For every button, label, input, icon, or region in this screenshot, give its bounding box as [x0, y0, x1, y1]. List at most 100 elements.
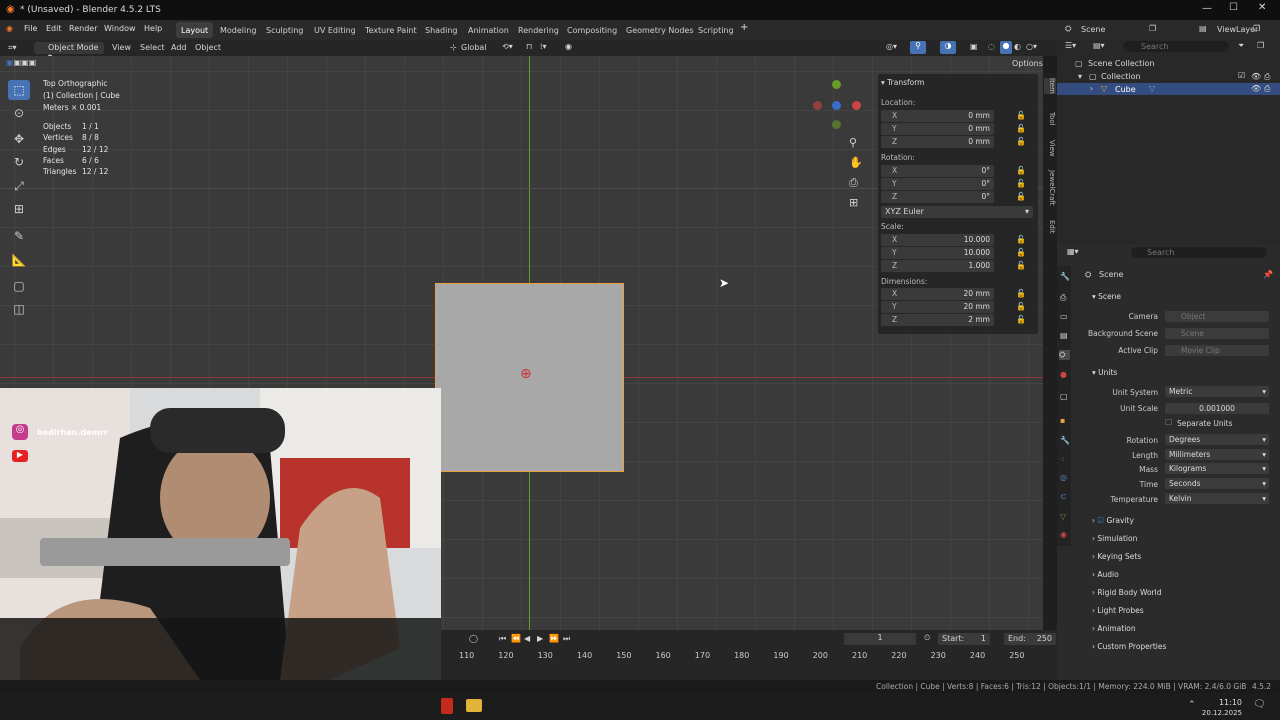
menu-select[interactable]: Select: [140, 43, 165, 52]
collection-expand-icon[interactable]: ▾: [1078, 72, 1082, 81]
gizmo-toggle-icon[interactable]: ⚲: [910, 41, 926, 54]
workspace-tab-animation[interactable]: Animation: [463, 22, 514, 38]
gravity-checkbox[interactable]: ☑: [1097, 516, 1106, 525]
select-extend-icon[interactable]: ▣: [14, 58, 22, 67]
jump-keyframe-back-icon[interactable]: ⏪: [511, 634, 521, 643]
select-subtract-icon[interactable]: ▣: [21, 58, 29, 67]
unit-system-dropdown[interactable]: Metric ▾: [1165, 386, 1269, 397]
minimize-icon[interactable]: —: [1202, 3, 1212, 14]
proportional-edit-icon[interactable]: ◉: [565, 42, 572, 51]
preview-range-icon[interactable]: ⏲: [924, 633, 930, 643]
rotation-lock-icon[interactable]: 🔓: [1016, 192, 1026, 201]
clock-time[interactable]: 11:10: [1212, 698, 1242, 707]
rotation-mode-dropdown[interactable]: XYZ Euler ▾: [881, 206, 1033, 218]
gizmo-z-axis[interactable]: [832, 101, 841, 110]
location-lock-icon[interactable]: 🔓: [1016, 111, 1026, 120]
material-shading-icon[interactable]: ◐: [1014, 42, 1021, 51]
panel-custom-properties[interactable]: › Custom Properties: [1092, 642, 1166, 651]
panel-audio[interactable]: › Audio: [1092, 570, 1119, 579]
menu-file[interactable]: File: [24, 24, 37, 33]
modifiers-tab-icon[interactable]: 🔧: [1060, 436, 1070, 445]
notifications-icon[interactable]: 🗨: [1253, 699, 1266, 710]
pan-hand-icon[interactable]: ✋: [849, 156, 863, 169]
rotation-y-field[interactable]: Y 0°: [881, 178, 994, 190]
gizmo-neg-x-axis[interactable]: [813, 101, 822, 110]
workspace-tab-texture-paint[interactable]: Texture Paint: [360, 22, 422, 38]
play-reverse-icon[interactable]: ◀: [524, 634, 530, 643]
separate-units-checkbox[interactable]: ☐: [1165, 418, 1172, 427]
workspace-tab-sculpting[interactable]: Sculpting: [261, 22, 308, 38]
tab-jewelcraft[interactable]: JewelCraft: [1044, 170, 1056, 206]
rotation-x-field[interactable]: X 0°: [881, 165, 994, 177]
camera-view-icon[interactable]: ⎙: [849, 176, 858, 190]
rotation-z-field[interactable]: Z 0°: [881, 191, 994, 203]
workspace-tab-modeling[interactable]: Modeling: [215, 22, 261, 38]
output-tab-icon[interactable]: ▭: [1060, 312, 1068, 321]
collection-label[interactable]: Collection: [1101, 72, 1141, 81]
menu-object[interactable]: Object: [195, 43, 221, 52]
location-lock-icon[interactable]: 🔓: [1016, 124, 1026, 133]
active-clip-field[interactable]: Movie Clip: [1165, 345, 1269, 356]
panel-simulation[interactable]: › Simulation: [1092, 534, 1137, 543]
scale-z-field[interactable]: Z 1.000: [881, 260, 994, 272]
rotate-tool-icon[interactable]: ↻: [8, 152, 30, 172]
tab-tool[interactable]: Tool: [1044, 112, 1056, 126]
start-frame-field[interactable]: Start: 1: [938, 633, 990, 645]
play-icon[interactable]: ▶: [537, 634, 543, 643]
display-mode-icon[interactable]: ▤▾: [1093, 41, 1105, 50]
constraints-tab-icon[interactable]: ⊂: [1060, 492, 1067, 501]
transform-header[interactable]: ▾ Transform: [881, 78, 924, 87]
menu-help[interactable]: Help: [144, 24, 162, 33]
dimensions-lock-icon[interactable]: 🔓: [1016, 302, 1026, 311]
maximize-icon[interactable]: ☐: [1229, 2, 1238, 13]
file-explorer-icon[interactable]: [466, 699, 482, 712]
location-z-field[interactable]: Z 0 mm: [881, 136, 994, 148]
new-scene-icon[interactable]: ❐: [1149, 24, 1156, 33]
length-units-dropdown[interactable]: Millimeters ▾: [1165, 449, 1269, 460]
workspace-tab-scripting[interactable]: Scripting: [693, 22, 739, 38]
scene-tab-icon[interactable]: ⛭: [1059, 350, 1070, 360]
material-tab-icon[interactable]: ◉: [1060, 530, 1067, 539]
dimensions-y-field[interactable]: Y 20 mm: [881, 301, 994, 313]
jump-start-icon[interactable]: ⏮: [499, 634, 506, 644]
view-layer-tab-icon[interactable]: ▤: [1060, 331, 1068, 340]
rotation-lock-icon[interactable]: 🔓: [1016, 166, 1026, 175]
visibility-icon[interactable]: ◎▾: [886, 42, 897, 51]
panel-light-probes[interactable]: › Light Probes: [1092, 606, 1144, 615]
options-dropdown[interactable]: Options: [1012, 59, 1043, 68]
scale-lock-icon[interactable]: 🔓: [1016, 248, 1026, 257]
solid-shading-icon[interactable]: ●: [1000, 41, 1012, 54]
outliner-editor-icon[interactable]: ☰▾: [1065, 41, 1076, 50]
tab-item[interactable]: Item: [1044, 78, 1056, 94]
add-workspace-icon[interactable]: +: [740, 22, 748, 33]
collection-exclude-checkbox[interactable]: ☑: [1238, 71, 1245, 80]
tool-tab-icon[interactable]: 🔧: [1060, 272, 1070, 281]
scale-x-field[interactable]: X 10.000: [881, 234, 994, 246]
end-frame-field[interactable]: End: 250: [1004, 633, 1056, 645]
new-viewlayer-icon[interactable]: ❐: [1253, 24, 1260, 33]
menu-render[interactable]: Render: [69, 24, 97, 33]
tab-view[interactable]: View: [1044, 140, 1056, 157]
rotation-units-dropdown[interactable]: Degrees ▾: [1165, 434, 1269, 445]
xray-icon[interactable]: ▣: [970, 42, 978, 51]
scene-selector[interactable]: Scene: [1081, 25, 1141, 36]
collection-render-icon[interactable]: ⎙: [1264, 72, 1270, 82]
menu-view[interactable]: View: [112, 43, 131, 52]
menu-edit[interactable]: Edit: [46, 24, 62, 33]
add-cube-tool-icon[interactable]: ▢: [8, 276, 30, 296]
workspace-tab-compositing[interactable]: Compositing: [562, 22, 622, 38]
jewelcraft-tool-icon[interactable]: ◫: [8, 299, 30, 319]
select-mode-buttons[interactable]: ▣▣▣▣: [6, 58, 70, 68]
filter-icon[interactable]: ⏷: [1238, 41, 1244, 51]
particles-tab-icon[interactable]: ⁖: [1060, 455, 1065, 464]
dimensions-lock-icon[interactable]: 🔓: [1016, 289, 1026, 298]
overlay-toggle-icon[interactable]: ◑: [940, 41, 956, 54]
transform-tool-icon[interactable]: ⊞: [8, 199, 30, 219]
location-y-field[interactable]: Y 0 mm: [881, 123, 994, 135]
close-icon[interactable]: ✕: [1258, 2, 1266, 13]
location-lock-icon[interactable]: 🔓: [1016, 137, 1026, 146]
collection-visibility-icon[interactable]: 👁: [1251, 72, 1261, 81]
jump-end-icon[interactable]: ⏭: [563, 634, 570, 644]
location-x-field[interactable]: X 0 mm: [881, 110, 994, 122]
wireframe-shading-icon[interactable]: ◌: [988, 42, 995, 51]
